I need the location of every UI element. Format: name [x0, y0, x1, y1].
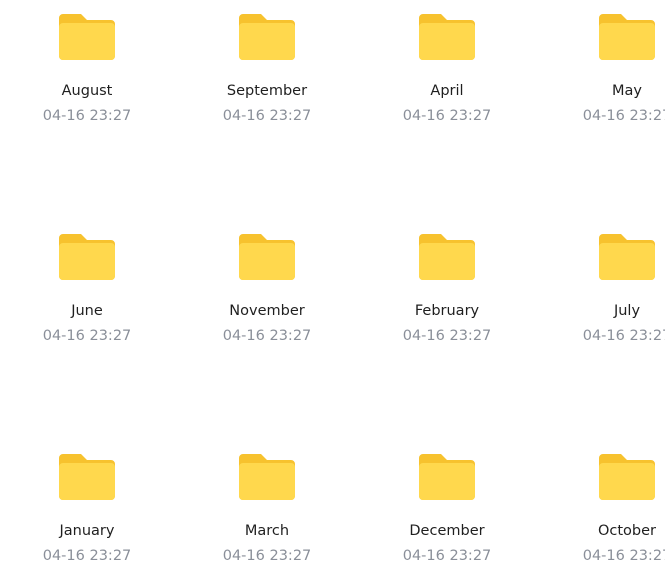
folder-item-november[interactable]: November 04-16 23:27	[182, 220, 352, 350]
folder-date: 04-16 23:27	[402, 108, 492, 124]
folder-icon	[599, 12, 655, 60]
folder-name: February	[414, 303, 480, 319]
folder-icon	[59, 12, 115, 60]
folder-date: 04-16 23:27	[42, 328, 132, 344]
folder-name: January	[59, 523, 115, 539]
folder-item-december[interactable]: December 04-16 23:27	[362, 440, 532, 570]
folder-date: 04-16 23:27	[222, 108, 312, 124]
folder-name: October	[597, 523, 657, 539]
folder-name: July	[613, 303, 641, 319]
folder-item-july[interactable]: July 04-16 23:27	[542, 220, 665, 350]
folder-icon	[59, 452, 115, 500]
folder-icon	[239, 452, 295, 500]
folder-name: November	[229, 303, 305, 319]
folder-icon	[419, 452, 475, 500]
folder-name: May	[612, 83, 642, 99]
folder-date: 04-16 23:27	[582, 328, 665, 344]
folder-date: 04-16 23:27	[402, 328, 492, 344]
folder-name: April	[430, 83, 464, 99]
folder-item-september[interactable]: September 04-16 23:27	[182, 0, 352, 130]
folder-date: 04-16 23:27	[402, 548, 492, 564]
folder-date: 04-16 23:27	[42, 108, 132, 124]
folder-icon	[599, 232, 655, 280]
folder-item-january[interactable]: January 04-16 23:27	[2, 440, 172, 570]
folder-item-march[interactable]: March 04-16 23:27	[182, 440, 352, 570]
folder-item-october[interactable]: October 04-16 23:27	[542, 440, 665, 570]
folder-icon	[239, 12, 295, 60]
folder-icon	[239, 232, 295, 280]
folder-grid: August 04-16 23:27 September 04-16 23:27…	[0, 0, 665, 579]
folder-icon	[419, 232, 475, 280]
folder-item-august[interactable]: August 04-16 23:27	[2, 0, 172, 130]
folder-date: 04-16 23:27	[582, 108, 665, 124]
folder-name: June	[71, 303, 103, 319]
folder-icon	[59, 232, 115, 280]
folder-item-june[interactable]: June 04-16 23:27	[2, 220, 172, 350]
folder-item-april[interactable]: April 04-16 23:27	[362, 0, 532, 130]
folder-icon	[599, 452, 655, 500]
folder-name: December	[409, 523, 485, 539]
folder-name: August	[61, 83, 113, 99]
folder-item-february[interactable]: February 04-16 23:27	[362, 220, 532, 350]
folder-name: March	[244, 523, 290, 539]
folder-date: 04-16 23:27	[42, 548, 132, 564]
folder-date: 04-16 23:27	[582, 548, 665, 564]
folder-date: 04-16 23:27	[222, 328, 312, 344]
folder-item-may[interactable]: May 04-16 23:27	[542, 0, 665, 130]
folder-icon	[419, 12, 475, 60]
folder-name: September	[226, 83, 308, 99]
folder-date: 04-16 23:27	[222, 548, 312, 564]
